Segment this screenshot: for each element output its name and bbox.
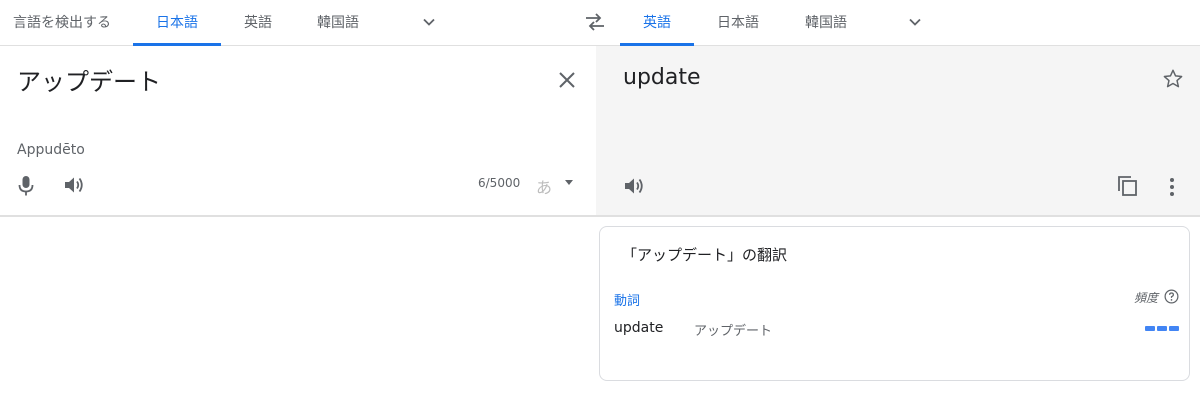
frequency-bar-segment — [1169, 326, 1179, 331]
star-icon[interactable] — [1162, 68, 1184, 90]
tab-target-english[interactable]: 英語 — [620, 0, 694, 46]
tab-source-japanese[interactable]: 日本語 — [133, 0, 221, 46]
part-of-speech-label: 動詞 — [614, 294, 641, 309]
translation-output: update — [623, 65, 701, 90]
more-options-icon[interactable] — [1166, 177, 1178, 197]
tab-detect-language[interactable]: 言語を検出する — [0, 0, 124, 45]
source-speaker-icon[interactable] — [63, 175, 85, 195]
microphone-icon[interactable] — [17, 175, 35, 197]
panel-divider — [0, 215, 1200, 217]
clear-icon[interactable] — [557, 70, 577, 90]
source-text-input[interactable]: アップデート — [17, 62, 161, 97]
source-languages-chevron-down-icon[interactable] — [421, 14, 437, 30]
dictionary-entry-translation[interactable]: アップデート — [694, 320, 772, 339]
frequency-bar-segment — [1145, 326, 1155, 331]
target-languages-chevron-down-icon[interactable] — [907, 14, 923, 30]
tab-target-japanese[interactable]: 日本語 — [709, 0, 767, 45]
frequency-label: 頻度 — [1134, 291, 1159, 305]
dictionary-title: 「アップデート」の翻訳 — [622, 246, 788, 264]
character-counter: 6/5000 — [478, 176, 521, 190]
copy-icon[interactable] — [1117, 175, 1139, 197]
source-romanization: Appudēto — [17, 142, 85, 158]
target-speaker-icon[interactable] — [623, 176, 645, 196]
tab-source-english[interactable]: 英語 — [232, 0, 284, 45]
tab-source-korean[interactable]: 韓国語 — [306, 0, 370, 45]
input-tools-dropdown-icon[interactable] — [565, 180, 573, 185]
help-icon[interactable] — [1164, 289, 1179, 304]
dictionary-entry-word[interactable]: update — [614, 320, 663, 336]
tab-target-korean[interactable]: 韓国語 — [796, 0, 856, 45]
swap-languages-icon[interactable] — [584, 12, 606, 32]
frequency-bar-segment — [1157, 326, 1167, 331]
input-tools-button[interactable]: あ — [536, 174, 552, 198]
